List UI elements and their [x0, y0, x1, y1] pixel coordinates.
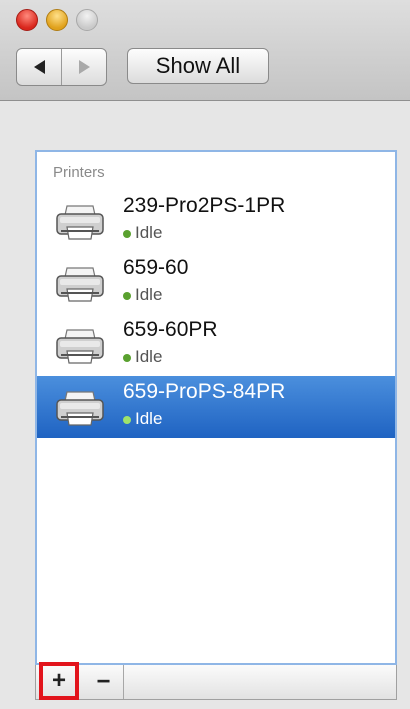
printer-row-1[interactable]: 659-60 Idle	[37, 252, 395, 314]
window-toolbar: Show All	[0, 0, 410, 101]
forward-arrow-icon	[78, 60, 90, 74]
remove-printer-button[interactable]: −	[84, 665, 124, 699]
printer-icon	[56, 329, 104, 364]
close-window-button[interactable]	[16, 9, 38, 31]
status-dot-icon	[123, 292, 131, 300]
add-printer-button[interactable]: +	[39, 662, 79, 700]
printers-heading: Printers	[53, 164, 105, 181]
list-action-bar: + −	[35, 662, 397, 700]
status-dot-icon	[123, 230, 131, 238]
status-dot-icon	[123, 354, 131, 362]
printer-name: 659-60PR	[123, 318, 218, 341]
status-dot-icon	[123, 416, 131, 424]
printer-row-0[interactable]: 239-Pro2PS-1PR Idle	[37, 190, 395, 252]
printer-icon	[56, 205, 104, 240]
printer-row-3[interactable]: 659-ProPS-84PR Idle	[37, 376, 395, 438]
printer-icon	[56, 391, 104, 426]
printer-name: 659-ProPS-84PR	[123, 380, 286, 403]
printer-row-2[interactable]: 659-60PR Idle	[37, 314, 395, 376]
back-arrow-icon	[33, 60, 45, 74]
printer-status: Idle	[135, 347, 163, 366]
show-all-button[interactable]: Show All	[127, 48, 269, 84]
printer-status: Idle	[135, 223, 163, 242]
printer-name: 239-Pro2PS-1PR	[123, 194, 286, 217]
printer-name: 659-60	[123, 256, 189, 279]
back-button[interactable]	[17, 49, 61, 85]
printer-list: Printers 239-Pro2PS-1PR Idle 659-60 Idle	[35, 150, 397, 665]
printer-status: Idle	[135, 285, 163, 304]
minimize-window-button[interactable]	[46, 9, 68, 31]
printer-status: Idle	[135, 409, 163, 428]
zoom-window-button[interactable]	[76, 9, 98, 31]
forward-button[interactable]	[61, 49, 106, 85]
window-controls	[16, 9, 98, 31]
navigation-buttons	[16, 48, 107, 86]
printer-icon	[56, 267, 104, 302]
